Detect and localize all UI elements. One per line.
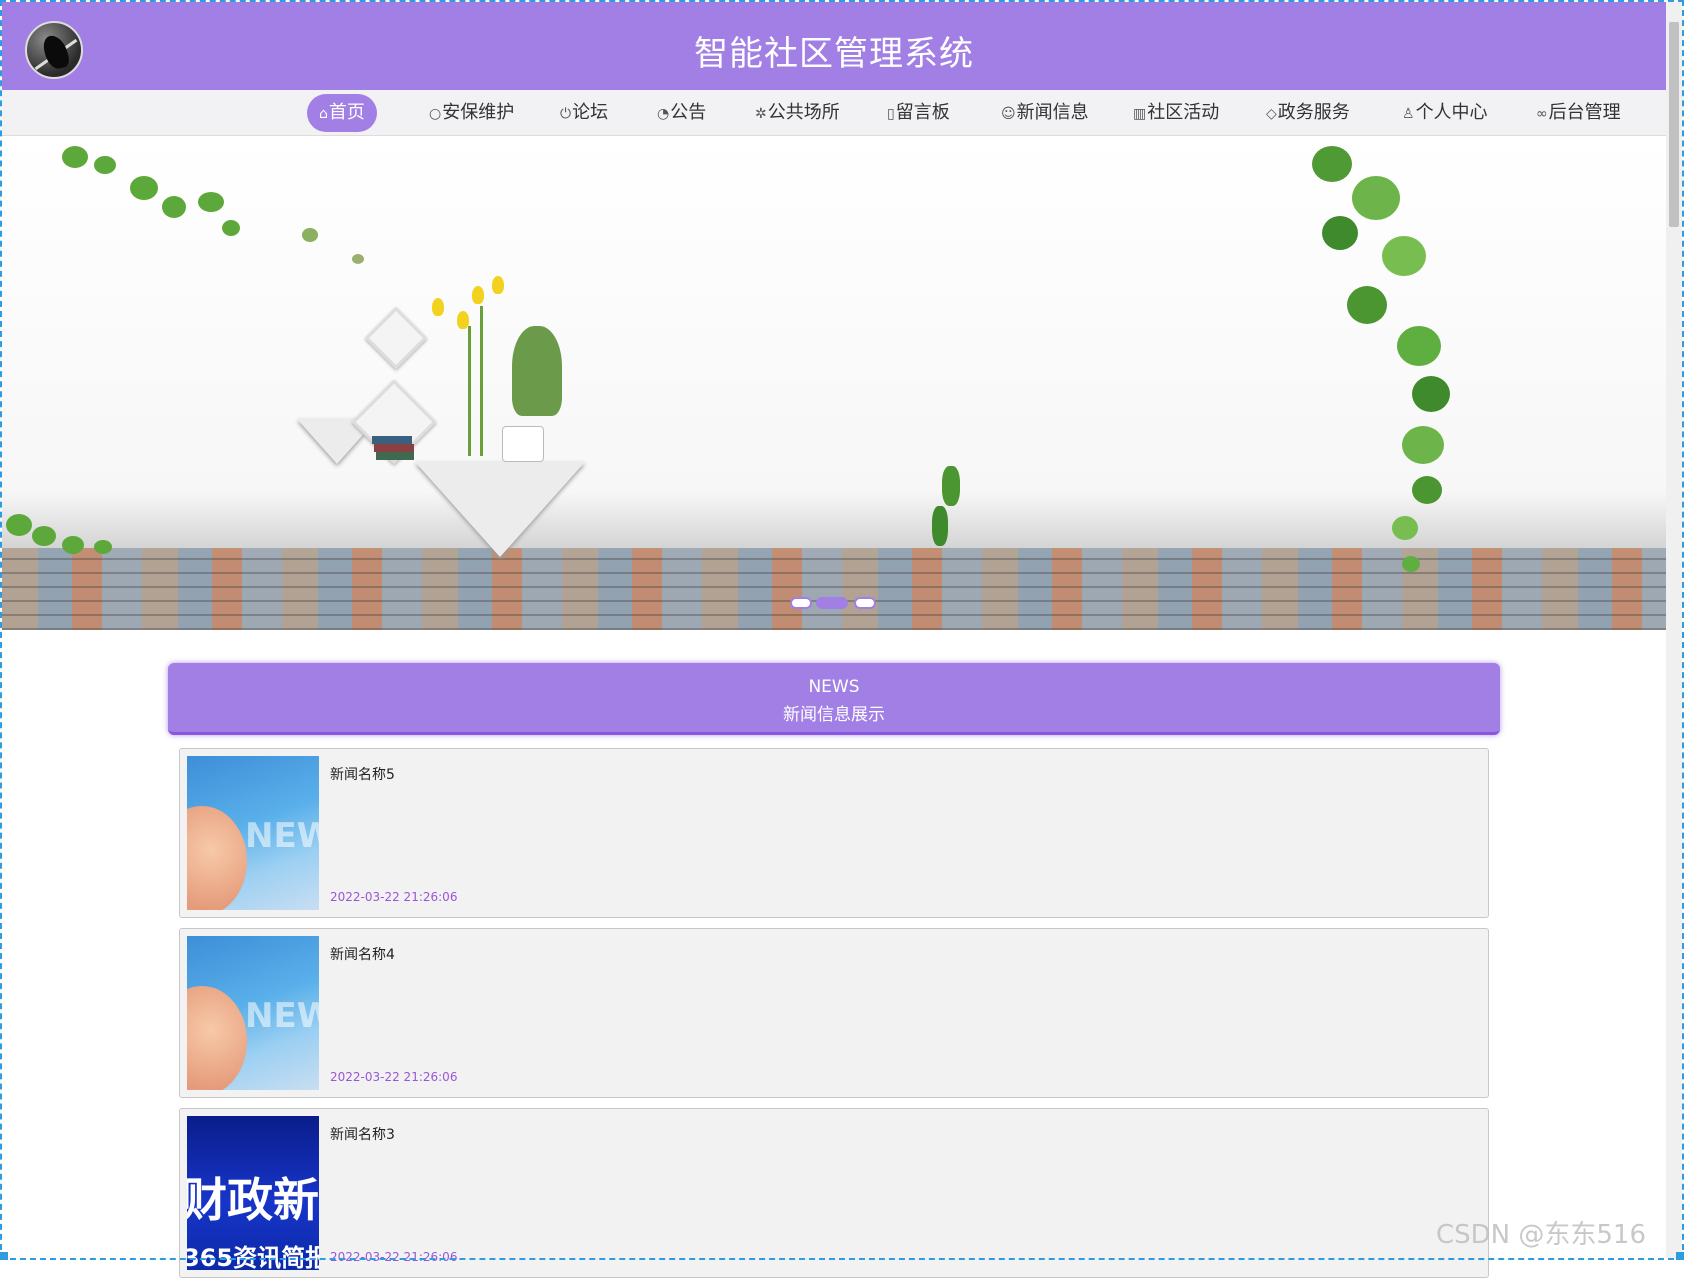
nav-item-news[interactable]: ☺新闻信息: [999, 94, 1091, 132]
carousel-dot-active[interactable]: [816, 597, 848, 609]
nav-item-label: 安保维护: [442, 102, 515, 123]
news-title[interactable]: 新闻名称3: [330, 1124, 395, 1144]
news-card[interactable]: NEW 新闻名称5 2022-03-22 21:26:06: [179, 748, 1489, 918]
home-icon: ⌂: [319, 106, 328, 122]
nav-item-admin[interactable]: ∞后台管理: [1534, 94, 1623, 132]
news-title[interactable]: 新闻名称5: [330, 764, 395, 784]
thumbnail-text: NEW: [245, 816, 319, 856]
thumbnail-text: 财政新闻: [187, 1173, 319, 1227]
nav-item-message-board[interactable]: ▯留言板: [885, 94, 952, 132]
nav-item-label: 社区活动: [1147, 102, 1220, 123]
watermark: CSDN @东东516: [1436, 1220, 1647, 1250]
carousel-indicators: [782, 594, 886, 614]
scrollbar-thumb[interactable]: [1669, 22, 1679, 227]
news-time: 2022-03-22 21:26:06: [330, 1250, 458, 1264]
smile-icon: ☺: [1001, 106, 1016, 122]
circle-icon: ○: [429, 106, 442, 122]
tag-icon: ◇: [1266, 106, 1277, 122]
nav-item-label: 公共场所: [767, 102, 840, 123]
nav-item-gov-services[interactable]: ◇政务服务: [1264, 94, 1352, 132]
nav-item-label: 后台管理: [1548, 102, 1621, 123]
frame-corner: [1676, 1252, 1684, 1260]
news-time: 2022-03-22 21:26:06: [330, 890, 458, 904]
nav-item-security[interactable]: ○安保维护: [427, 94, 516, 132]
vertical-scrollbar[interactable]: [1666, 2, 1682, 1258]
carousel-banner[interactable]: [2, 136, 1666, 630]
nav-item-label: 首页: [328, 102, 365, 123]
book-icon: ▥: [1133, 106, 1147, 122]
nav-item-label: 公告: [670, 102, 707, 123]
news-title-en: NEWS: [808, 677, 860, 697]
news-card[interactable]: NEW 新闻名称4 2022-03-22 21:26:06: [179, 928, 1489, 1098]
palette-icon: ◔: [657, 106, 670, 122]
nav-item-label: 新闻信息: [1016, 102, 1089, 123]
carousel-dot[interactable]: [790, 597, 812, 609]
main-nav: ⌂首页 ○安保维护 ⏻论坛 ◔公告 ✲公共场所 ▯留言板 ☺新闻信息 ▥社区活动…: [2, 90, 1666, 136]
nav-item-label: 个人中心: [1415, 102, 1488, 123]
news-thumbnail[interactable]: NEW: [187, 756, 319, 910]
frame-corner: [0, 1252, 8, 1260]
thumbnail-subtext: 365资讯简报: [187, 1244, 319, 1270]
nav-item-label: 留言板: [895, 102, 950, 123]
news-section-header: NEWS 新闻信息展示: [168, 663, 1500, 735]
link-icon: ∞: [1536, 106, 1548, 122]
site-title: 智能社区管理系统: [694, 34, 974, 74]
nav-item-label: 政务服务: [1277, 102, 1350, 123]
news-title-zh: 新闻信息展示: [783, 705, 885, 725]
nav-item-activities[interactable]: ▥社区活动: [1131, 94, 1221, 132]
site-header: 智能社区管理系统: [2, 2, 1666, 90]
nav-item-public-places[interactable]: ✲公共场所: [753, 94, 842, 132]
news-card[interactable]: 财政新闻 365资讯简报 新闻名称3 2022-03-22 21:26:06: [179, 1108, 1489, 1278]
carousel-dot[interactable]: [854, 597, 876, 609]
nav-item-forum[interactable]: ⏻论坛: [558, 94, 610, 132]
puzzle-icon: ✲: [755, 106, 767, 122]
news-title[interactable]: 新闻名称4: [330, 944, 395, 964]
nav-item-notice[interactable]: ◔公告: [655, 94, 708, 132]
news-thumbnail[interactable]: 财政新闻 365资讯简报: [187, 1116, 319, 1270]
note-icon: ▯: [887, 106, 895, 122]
nav-item-home[interactable]: ⌂首页: [307, 94, 377, 132]
power-icon: ⏻: [560, 106, 572, 122]
nav-item-label: 论坛: [572, 102, 609, 123]
news-time: 2022-03-22 21:26:06: [330, 1070, 458, 1084]
nav-item-personal-center[interactable]: ♙个人中心: [1400, 94, 1490, 132]
news-thumbnail[interactable]: NEW: [187, 936, 319, 1090]
user-icon: ♙: [1402, 106, 1415, 122]
thumbnail-text: NEW: [245, 996, 319, 1036]
